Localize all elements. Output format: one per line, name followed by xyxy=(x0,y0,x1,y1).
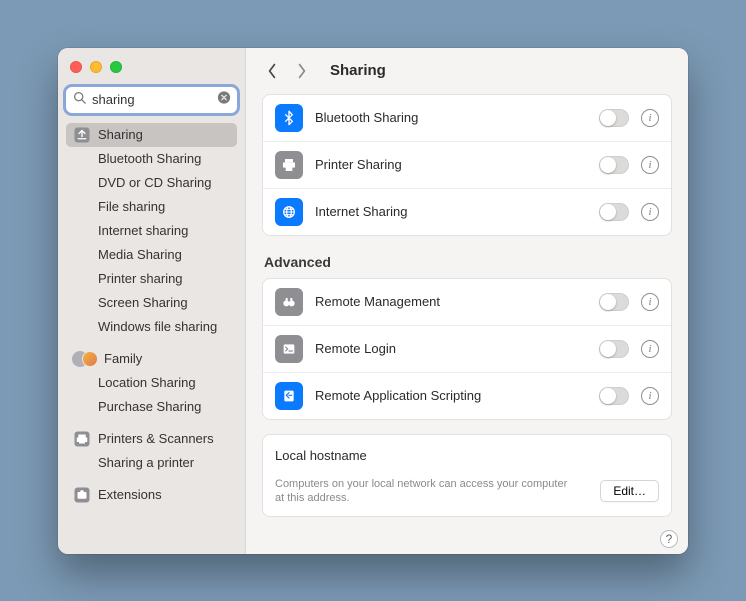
bluetooth-icon xyxy=(275,104,303,132)
search-input[interactable] xyxy=(66,87,237,113)
zoom-window-button[interactable] xyxy=(110,61,122,73)
sidebar-item-sharing-a-printer[interactable]: Sharing a printer xyxy=(66,451,237,475)
remote-scripting-info[interactable]: i xyxy=(641,387,659,405)
settings-window: Sharing Bluetooth Sharing DVD or CD Shar… xyxy=(58,48,688,554)
advanced-services-panel: Remote Management i Remote Login i xyxy=(262,278,672,420)
search-icon xyxy=(73,91,86,109)
sidebar-item-internet-sharing[interactable]: Internet sharing xyxy=(66,219,237,243)
sidebar-item-purchase-sharing[interactable]: Purchase Sharing xyxy=(66,395,237,419)
row-label: Remote Application Scripting xyxy=(315,388,587,403)
row-printer-sharing[interactable]: Printer Sharing i xyxy=(263,141,671,188)
remote-login-info[interactable]: i xyxy=(641,340,659,358)
bluetooth-sharing-toggle[interactable] xyxy=(599,109,629,127)
hostname-panel: Local hostname Computers on your local n… xyxy=(262,434,672,518)
sidebar-item-label: Printers & Scanners xyxy=(98,431,214,446)
row-label: Printer Sharing xyxy=(315,157,587,172)
terminal-icon xyxy=(275,335,303,363)
printer-sharing-info[interactable]: i xyxy=(641,156,659,174)
row-bluetooth-sharing[interactable]: Bluetooth Sharing i xyxy=(263,95,671,141)
edit-hostname-button[interactable]: Edit… xyxy=(600,480,659,502)
sidebar-item-label: Sharing a printer xyxy=(98,455,194,470)
remote-management-info[interactable]: i xyxy=(641,293,659,311)
sidebar-item-bluetooth-sharing[interactable]: Bluetooth Sharing xyxy=(66,147,237,171)
sidebar: Sharing Bluetooth Sharing DVD or CD Shar… xyxy=(58,48,246,554)
row-label: Bluetooth Sharing xyxy=(315,110,587,125)
bluetooth-sharing-info[interactable]: i xyxy=(641,109,659,127)
page-title: Sharing xyxy=(330,62,386,79)
sidebar-item-label: Printer sharing xyxy=(98,271,183,286)
row-remote-login[interactable]: Remote Login i xyxy=(263,325,671,372)
script-icon xyxy=(275,382,303,410)
sidebar-item-label: Screen Sharing xyxy=(98,295,188,310)
hostname-description: Computers on your local network can acce… xyxy=(275,477,575,507)
sidebar-item-label: Windows file sharing xyxy=(98,319,217,334)
hostname-label: Local hostname xyxy=(275,448,367,463)
row-label: Remote Management xyxy=(315,294,587,309)
sidebar-item-file-sharing[interactable]: File sharing xyxy=(66,195,237,219)
help-button[interactable]: ? xyxy=(660,530,678,548)
sidebar-item-media-sharing[interactable]: Media Sharing xyxy=(66,243,237,267)
binoculars-icon xyxy=(275,288,303,316)
extensions-icon xyxy=(72,485,92,505)
advanced-heading: Advanced xyxy=(264,254,670,270)
printer-icon xyxy=(275,151,303,179)
internet-sharing-toggle[interactable] xyxy=(599,203,629,221)
sidebar-item-label: Extensions xyxy=(98,487,162,502)
row-label: Internet Sharing xyxy=(315,204,587,219)
sharing-icon xyxy=(72,125,92,145)
sidebar-item-label: Family xyxy=(104,351,142,366)
printer-icon xyxy=(72,429,92,449)
printer-sharing-toggle[interactable] xyxy=(599,156,629,174)
sidebar-item-label: DVD or CD Sharing xyxy=(98,175,211,190)
sidebar-item-label: Bluetooth Sharing xyxy=(98,151,201,166)
family-avatar-icon xyxy=(72,351,98,367)
sidebar-item-label: Location Sharing xyxy=(98,375,196,390)
minimize-window-button[interactable] xyxy=(90,61,102,73)
sidebar-item-printer-sharing[interactable]: Printer sharing xyxy=(66,267,237,291)
remote-login-toggle[interactable] xyxy=(599,340,629,358)
forward-button[interactable] xyxy=(290,59,314,83)
row-remote-scripting[interactable]: Remote Application Scripting i xyxy=(263,372,671,419)
search-results-list: Sharing Bluetooth Sharing DVD or CD Shar… xyxy=(66,123,237,507)
sharing-services-panel: Bluetooth Sharing i Printer Sharing i xyxy=(262,94,672,236)
sidebar-item-label: File sharing xyxy=(98,199,165,214)
remote-management-toggle[interactable] xyxy=(599,293,629,311)
sidebar-item-dvd-cd-sharing[interactable]: DVD or CD Sharing xyxy=(66,171,237,195)
sidebar-item-label: Purchase Sharing xyxy=(98,399,201,414)
sidebar-item-family[interactable]: Family xyxy=(66,347,237,371)
window-controls xyxy=(66,58,237,87)
back-button[interactable] xyxy=(260,59,284,83)
sidebar-item-windows-file-sharing[interactable]: Windows file sharing xyxy=(66,315,237,339)
remote-scripting-toggle[interactable] xyxy=(599,387,629,405)
row-label: Remote Login xyxy=(315,341,587,356)
sidebar-item-extensions[interactable]: Extensions xyxy=(66,483,237,507)
row-remote-management[interactable]: Remote Management i xyxy=(263,279,671,325)
hostname-value xyxy=(379,445,659,467)
globe-icon xyxy=(275,198,303,226)
row-internet-sharing[interactable]: Internet Sharing i xyxy=(263,188,671,235)
sidebar-item-printers-scanners[interactable]: Printers & Scanners xyxy=(66,427,237,451)
sidebar-item-label: Internet sharing xyxy=(98,223,188,238)
sidebar-item-location-sharing[interactable]: Location Sharing xyxy=(66,371,237,395)
sidebar-item-label: Media Sharing xyxy=(98,247,182,262)
toolbar: Sharing xyxy=(246,48,688,94)
clear-search-icon[interactable] xyxy=(217,90,231,109)
sidebar-item-label: Sharing xyxy=(98,127,143,142)
close-window-button[interactable] xyxy=(70,61,82,73)
sidebar-item-sharing[interactable]: Sharing xyxy=(66,123,237,147)
main-content: Sharing Bluetooth Sharing i Printer S xyxy=(246,48,688,554)
internet-sharing-info[interactable]: i xyxy=(641,203,659,221)
sidebar-item-screen-sharing[interactable]: Screen Sharing xyxy=(66,291,237,315)
search-field-wrapper xyxy=(66,87,237,113)
